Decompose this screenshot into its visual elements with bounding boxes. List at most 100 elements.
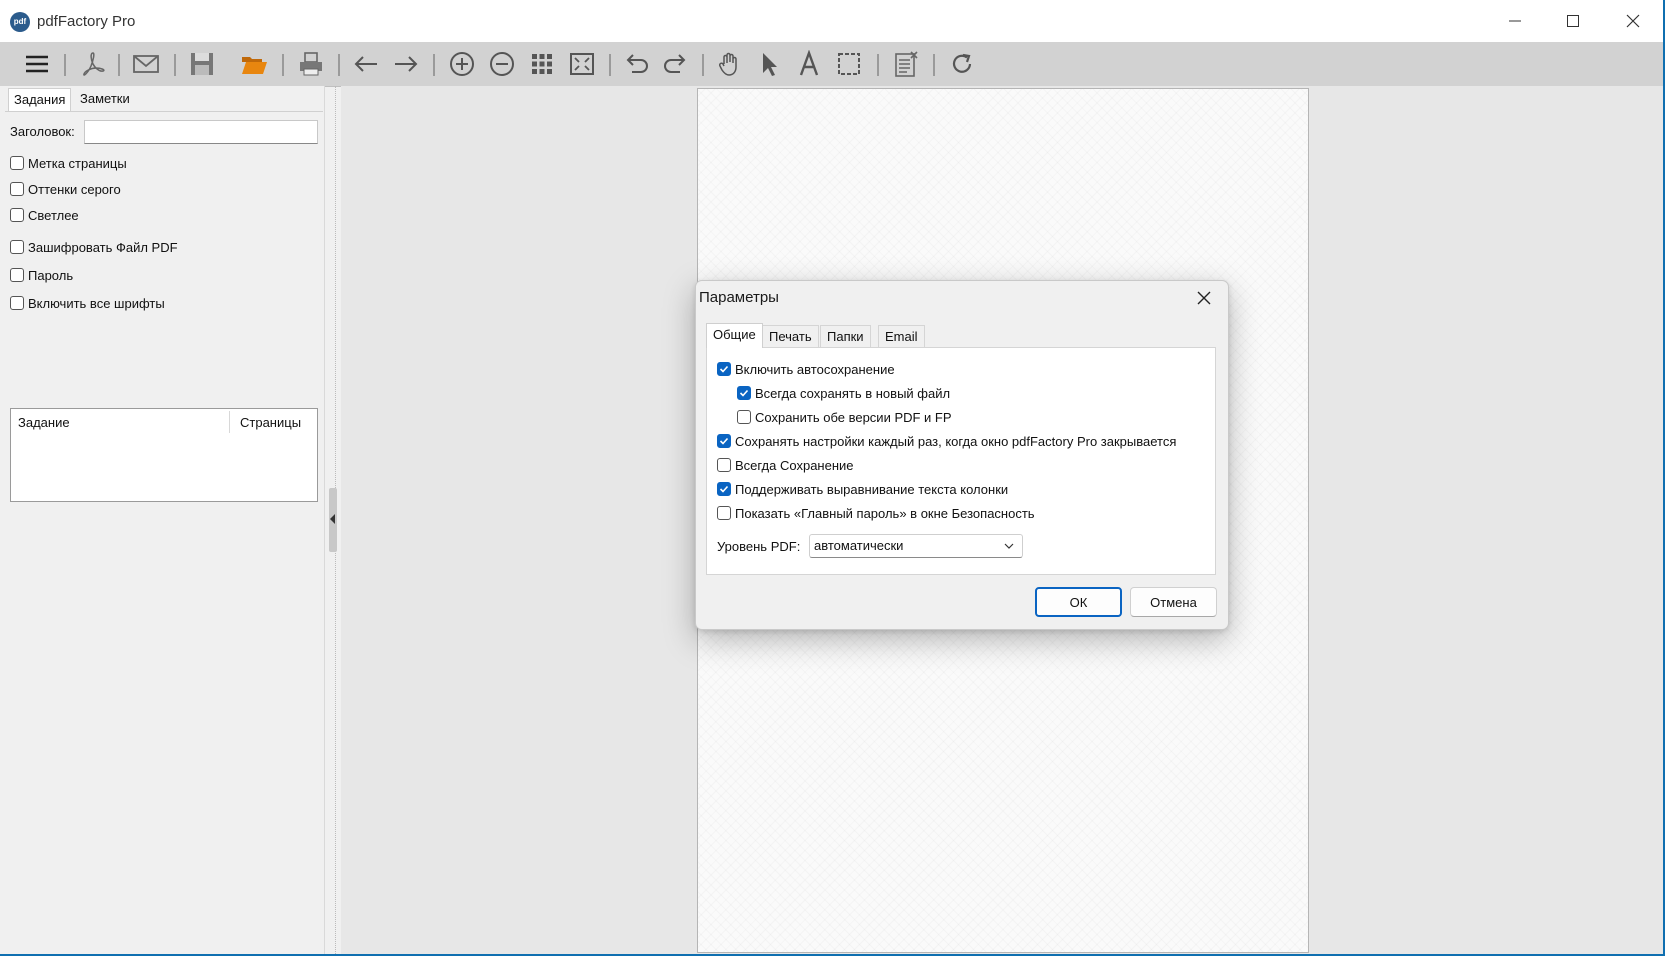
forward-button[interactable] — [389, 47, 423, 81]
settings-dialog: Параметры Общие Печать Папки Email Включ… — [695, 280, 1229, 630]
master-password-checkbox[interactable] — [717, 506, 731, 520]
redo-button[interactable] — [658, 47, 692, 81]
column-alignment-checkbox[interactable] — [717, 482, 731, 496]
title-bar: pdf pdfFactory Pro — [0, 0, 1663, 42]
cancel-button[interactable]: Отмена — [1130, 587, 1217, 617]
jobs-panel: Задания Заметки Заголовок: Метка страниц… — [0, 86, 325, 954]
master-password-option[interactable]: Показать «Главный пароль» в окне Безопас… — [717, 504, 1035, 522]
selection-rect-button[interactable] — [832, 47, 866, 81]
zoom-in-button[interactable] — [445, 47, 479, 81]
page-label-option[interactable]: Метка страницы — [10, 154, 127, 172]
text-tool-button[interactable] — [792, 47, 826, 81]
column-divider[interactable] — [229, 411, 230, 433]
toolbar-separator — [282, 54, 284, 76]
always-save-option[interactable]: Всегда Сохранение — [717, 456, 854, 474]
always-new-file-option[interactable]: Всегда сохранять в новый файл — [737, 384, 950, 402]
print-button[interactable] — [294, 47, 328, 81]
save-both-versions-checkbox[interactable] — [737, 410, 751, 424]
toolbar — [0, 42, 1663, 87]
select-pointer-button[interactable] — [752, 47, 786, 81]
pdf-level-select[interactable]: автоматически — [809, 534, 1023, 558]
lighter-option[interactable]: Светлее — [10, 206, 79, 224]
password-checkbox[interactable] — [10, 268, 24, 282]
tab-print[interactable]: Печать — [762, 325, 819, 347]
thumbnails-grid-icon — [532, 54, 552, 74]
general-tab-content: Включить автосохранение Всегда сохранять… — [706, 347, 1216, 575]
tab-jobs[interactable]: Задания — [8, 88, 72, 113]
column-header-pages[interactable]: Страницы — [240, 415, 301, 430]
close-icon — [1197, 291, 1211, 305]
forward-arrow-icon — [395, 56, 418, 72]
toolbar-separator — [933, 54, 935, 76]
toolbar-separator — [338, 54, 340, 76]
password-option[interactable]: Пароль — [10, 266, 73, 284]
select-pointer-icon — [763, 53, 777, 76]
always-save-checkbox[interactable] — [717, 458, 731, 472]
pdf-level-value: автоматически — [814, 538, 904, 553]
embed-fonts-checkbox[interactable] — [10, 296, 24, 310]
tab-email[interactable]: Email — [878, 325, 925, 347]
thumbnails-button[interactable] — [525, 47, 559, 81]
open-folder-button[interactable] — [237, 47, 271, 81]
encrypt-pdf-option[interactable]: Зашифровать Файл PDF — [10, 238, 178, 256]
back-arrow-icon — [354, 56, 377, 72]
grayscale-option[interactable]: Оттенки серого — [10, 180, 121, 198]
save-button[interactable] — [185, 47, 219, 81]
tab-general[interactable]: Общие — [706, 323, 763, 348]
close-window-button[interactable] — [1610, 0, 1656, 42]
autosave-option[interactable]: Включить автосохранение — [717, 360, 895, 378]
column-header-job[interactable]: Задание — [18, 415, 70, 430]
zoom-out-icon — [490, 52, 514, 76]
pdf-level-label: Уровень PDF: — [717, 539, 801, 554]
app-window: pdf pdfFactory Pro Задания Заметки Загол… — [0, 0, 1665, 956]
save-both-versions-option[interactable]: Сохранить обе версии PDF и FP — [737, 408, 952, 426]
undo-button[interactable] — [620, 47, 654, 81]
toolbar-separator — [877, 54, 879, 76]
window-title: pdfFactory Pro — [37, 13, 136, 30]
grayscale-checkbox[interactable] — [10, 182, 24, 196]
undo-icon — [626, 54, 648, 73]
collapse-left-icon — [330, 514, 335, 524]
save-settings-on-close-checkbox[interactable] — [717, 434, 731, 448]
embed-fonts-option[interactable]: Включить все шрифты — [10, 294, 165, 312]
back-button[interactable] — [349, 47, 383, 81]
app-logo-icon: pdf — [10, 12, 30, 32]
tab-notes[interactable]: Заметки — [75, 88, 135, 110]
checkmark-icon — [719, 437, 729, 445]
delete-page-icon — [895, 51, 918, 77]
hand-tool-button[interactable] — [713, 47, 747, 81]
pdf-acrobat-icon — [83, 52, 105, 76]
fit-page-button[interactable] — [565, 47, 599, 81]
email-button[interactable] — [129, 47, 163, 81]
dialog-close-button[interactable] — [1186, 283, 1222, 313]
title-input[interactable] — [84, 120, 318, 144]
panel-collapse-handle[interactable] — [329, 488, 337, 552]
ok-button[interactable]: ОК — [1035, 587, 1122, 617]
page-label-checkbox[interactable] — [10, 156, 24, 170]
fit-page-icon — [570, 53, 594, 75]
autosave-checkbox[interactable] — [717, 362, 731, 376]
open-folder-icon — [242, 57, 267, 74]
tab-folders[interactable]: Папки — [820, 325, 871, 347]
grayscale-label: Оттенки серого — [28, 181, 121, 197]
menu-button[interactable] — [20, 47, 54, 81]
minimize-button[interactable] — [1492, 0, 1538, 42]
lighter-label: Светлее — [28, 207, 79, 223]
hand-tool-icon — [718, 52, 737, 76]
pdf-button[interactable] — [76, 47, 110, 81]
column-alignment-option[interactable]: Поддерживать выравнивание текста колонки — [717, 480, 1008, 498]
refresh-button[interactable] — [945, 47, 979, 81]
delete-page-button[interactable] — [889, 47, 923, 81]
lighter-checkbox[interactable] — [10, 208, 24, 222]
zoom-out-button[interactable] — [485, 47, 519, 81]
autosave-label: Включить автосохранение — [735, 361, 895, 377]
job-list[interactable]: Задание Страницы — [10, 408, 318, 502]
save-settings-on-close-option[interactable]: Сохранять настройки каждый раз, когда ок… — [717, 432, 1176, 450]
always-new-file-checkbox[interactable] — [737, 386, 751, 400]
embed-fonts-label: Включить все шрифты — [28, 295, 165, 311]
text-tool-icon — [799, 50, 819, 76]
encrypt-pdf-checkbox[interactable] — [10, 240, 24, 254]
master-password-label: Показать «Главный пароль» в окне Безопас… — [735, 505, 1035, 521]
maximize-button[interactable] — [1550, 0, 1596, 42]
always-new-file-label: Всегда сохранять в новый файл — [755, 385, 951, 401]
